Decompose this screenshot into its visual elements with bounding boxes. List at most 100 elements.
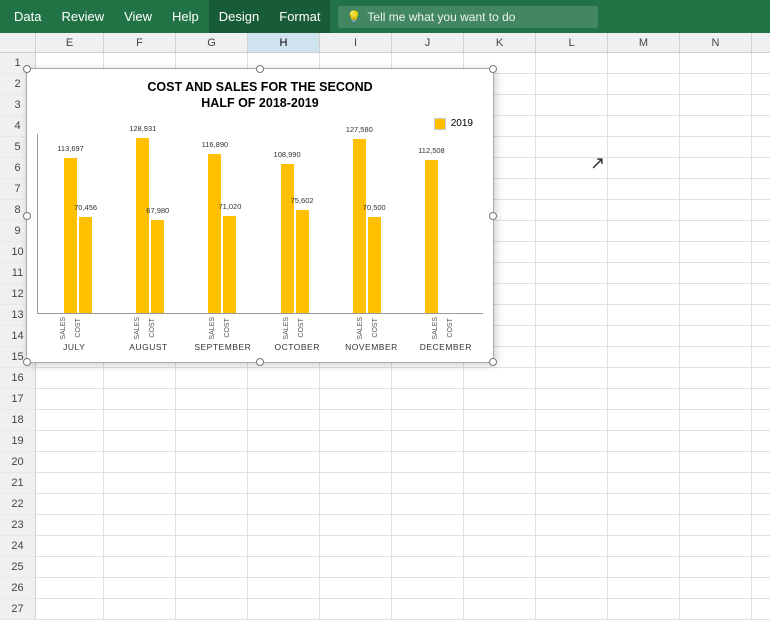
grid-cell[interactable]	[320, 578, 392, 599]
grid-cell[interactable]	[680, 200, 752, 221]
grid-cell[interactable]	[680, 179, 752, 200]
grid-cell[interactable]	[104, 557, 176, 578]
grid-cell[interactable]	[608, 494, 680, 515]
grid-cell[interactable]	[104, 536, 176, 557]
menu-format[interactable]: Format	[269, 0, 330, 33]
grid-cell[interactable]	[536, 536, 608, 557]
grid-cell[interactable]	[752, 410, 770, 431]
grid-cell[interactable]	[536, 137, 608, 158]
grid-cell[interactable]	[392, 368, 464, 389]
grid-cell[interactable]	[680, 137, 752, 158]
grid-cell[interactable]	[752, 326, 770, 347]
grid-cell[interactable]	[608, 53, 680, 74]
grid-cell[interactable]	[176, 599, 248, 620]
grid-cell[interactable]	[680, 221, 752, 242]
grid-cell[interactable]	[248, 515, 320, 536]
chart-container[interactable]: COST AND SALES FOR THE SECOND HALF OF 20…	[26, 68, 494, 363]
grid-cell[interactable]	[248, 410, 320, 431]
grid-cell[interactable]	[392, 494, 464, 515]
grid-cell[interactable]	[104, 431, 176, 452]
grid-cell[interactable]	[680, 326, 752, 347]
grid-cell[interactable]	[752, 137, 770, 158]
grid-cell[interactable]	[608, 431, 680, 452]
grid-cell[interactable]	[536, 305, 608, 326]
grid-cell[interactable]	[36, 599, 104, 620]
grid-cell[interactable]	[536, 494, 608, 515]
grid-cell[interactable]	[752, 200, 770, 221]
col-header-l[interactable]: L	[536, 33, 608, 52]
grid-cell[interactable]	[248, 599, 320, 620]
grid-cell[interactable]	[536, 326, 608, 347]
grid-cell[interactable]	[464, 599, 536, 620]
menu-data[interactable]: Data	[4, 0, 51, 33]
handle-br[interactable]	[489, 358, 497, 366]
grid-cell[interactable]	[680, 578, 752, 599]
grid-cell[interactable]	[104, 452, 176, 473]
grid-cell[interactable]	[608, 368, 680, 389]
grid-cell[interactable]	[36, 578, 104, 599]
grid-cell[interactable]	[608, 473, 680, 494]
grid-cell[interactable]	[752, 74, 770, 95]
grid-cell[interactable]	[320, 557, 392, 578]
grid-cell[interactable]	[536, 95, 608, 116]
grid-cell[interactable]	[36, 389, 104, 410]
grid-cell[interactable]	[248, 578, 320, 599]
grid-cell[interactable]	[392, 599, 464, 620]
grid-cell[interactable]	[752, 368, 770, 389]
grid-cell[interactable]	[320, 431, 392, 452]
grid-cell[interactable]	[320, 452, 392, 473]
grid-cell[interactable]	[752, 53, 770, 74]
grid-cell[interactable]	[248, 452, 320, 473]
handle-ml[interactable]	[23, 212, 31, 220]
search-box[interactable]: 💡 Tell me what you want to do	[338, 6, 598, 28]
grid-cell[interactable]	[176, 515, 248, 536]
grid-cell[interactable]	[320, 389, 392, 410]
grid-cell[interactable]	[608, 578, 680, 599]
chart-bar[interactable]: 108,990	[281, 164, 294, 313]
grid-cell[interactable]	[36, 410, 104, 431]
col-header-n[interactable]: N	[680, 33, 752, 52]
grid-cell[interactable]	[752, 578, 770, 599]
handle-tc[interactable]	[256, 65, 264, 73]
grid-cell[interactable]	[536, 74, 608, 95]
grid-cell[interactable]	[680, 515, 752, 536]
chart-bar[interactable]: 127,580	[353, 139, 366, 313]
grid-cell[interactable]	[608, 284, 680, 305]
grid-cell[interactable]	[104, 494, 176, 515]
menu-help[interactable]: Help	[162, 0, 209, 33]
grid-cell[interactable]	[392, 557, 464, 578]
grid-cell[interactable]	[680, 305, 752, 326]
grid-cell[interactable]	[608, 116, 680, 137]
grid-cell[interactable]	[536, 158, 608, 179]
grid-cell[interactable]	[464, 473, 536, 494]
grid-cell[interactable]	[464, 431, 536, 452]
grid-cell[interactable]	[248, 557, 320, 578]
grid-cell[interactable]	[464, 515, 536, 536]
grid-cell[interactable]	[752, 557, 770, 578]
chart-bar[interactable]: 128,931	[136, 138, 149, 313]
grid-cell[interactable]	[104, 578, 176, 599]
grid-cell[interactable]	[536, 221, 608, 242]
grid-cell[interactable]	[392, 389, 464, 410]
grid-cell[interactable]	[176, 494, 248, 515]
grid-cell[interactable]	[536, 242, 608, 263]
grid-cell[interactable]	[752, 494, 770, 515]
grid-cell[interactable]	[680, 473, 752, 494]
grid-cell[interactable]	[36, 452, 104, 473]
grid-cell[interactable]	[680, 389, 752, 410]
grid-cell[interactable]	[680, 410, 752, 431]
grid-cell[interactable]	[608, 452, 680, 473]
chart-bar[interactable]: 70,500	[368, 217, 381, 313]
chart-bar[interactable]: 70,456	[79, 217, 92, 313]
grid-cell[interactable]	[248, 494, 320, 515]
grid-cell[interactable]	[536, 410, 608, 431]
grid-cell[interactable]	[608, 305, 680, 326]
grid-cell[interactable]	[680, 368, 752, 389]
grid-cell[interactable]	[248, 368, 320, 389]
grid-cell[interactable]	[752, 221, 770, 242]
grid-cell[interactable]	[536, 578, 608, 599]
grid-cell[interactable]	[608, 599, 680, 620]
grid-cell[interactable]	[608, 347, 680, 368]
grid-cell[interactable]	[536, 284, 608, 305]
grid-cell[interactable]	[752, 95, 770, 116]
